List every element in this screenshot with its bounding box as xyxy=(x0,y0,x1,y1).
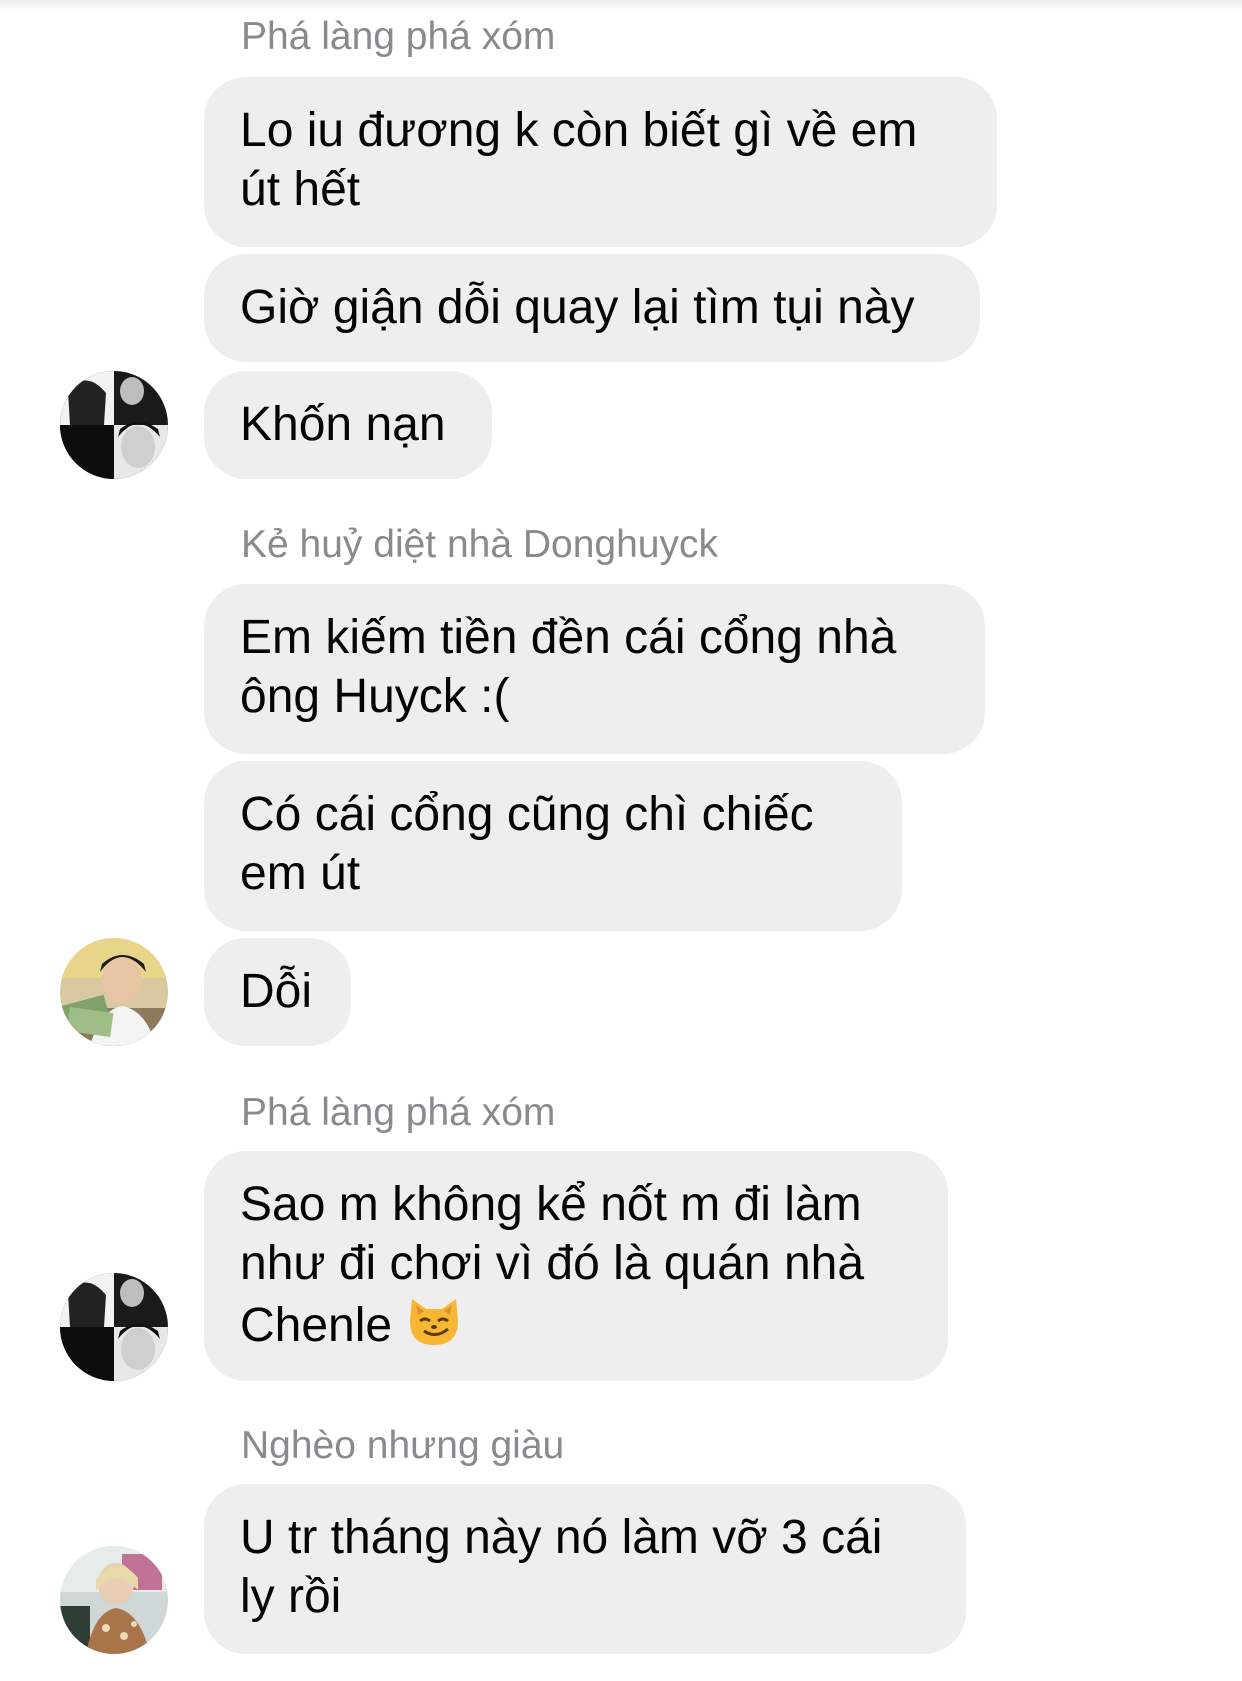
message-text: Em kiếm tiền đền cái cổng nhà ông Huyck … xyxy=(240,611,897,723)
avatar-image xyxy=(60,938,168,1046)
sender-name: Nghèo nhưng giàu xyxy=(241,1424,565,1467)
avatar[interactable] xyxy=(60,371,168,479)
top-fade xyxy=(0,0,1242,12)
message-text: Có cái cổng cũng chì chiếc em út xyxy=(240,788,814,900)
avatar-image xyxy=(60,1273,168,1381)
message-text: Giờ giận dỗi quay lại tìm tụi này xyxy=(240,281,915,334)
message-text: Dỗi xyxy=(240,965,313,1018)
message-bubble[interactable]: Giờ giận dỗi quay lại tìm tụi này xyxy=(204,254,980,362)
avatar[interactable] xyxy=(60,938,168,1046)
message-bubble[interactable]: U tr tháng này nó làm vỡ 3 cái ly rồi xyxy=(204,1484,966,1654)
message-text: Khốn nạn xyxy=(240,398,446,451)
message-bubble[interactable]: Em kiếm tiền đền cái cổng nhà ông Huyck … xyxy=(204,584,985,754)
chat-thread: Phá làng phá xóm Lo iu đương k còn biết … xyxy=(0,0,1242,1681)
message-text: Lo iu đương k còn biết gì về em út hết xyxy=(240,104,918,216)
smirking-cat-emoji-icon xyxy=(406,1293,462,1349)
avatar[interactable] xyxy=(60,1273,168,1381)
sender-name: Phá làng phá xóm xyxy=(241,15,556,58)
sender-name: Kẻ huỷ diệt nhà Donghuyck xyxy=(241,523,718,566)
message-bubble[interactable]: Khốn nạn xyxy=(204,371,492,479)
avatar-image xyxy=(60,1546,168,1654)
message-bubble[interactable]: Có cái cổng cũng chì chiếc em út xyxy=(204,761,902,931)
message-text: U tr tháng này nó làm vỡ 3 cái ly rồi xyxy=(240,1511,883,1623)
message-text: Sao m không kể nốt m đi làm như đi chơi … xyxy=(240,1178,865,1352)
avatar[interactable] xyxy=(60,1546,168,1654)
message-bubble[interactable]: Lo iu đương k còn biết gì về em út hết xyxy=(204,77,997,247)
sender-name: Phá làng phá xóm xyxy=(241,1091,556,1134)
message-bubble[interactable]: Dỗi xyxy=(204,938,351,1046)
avatar-image xyxy=(60,371,168,479)
message-bubble[interactable]: Sao m không kể nốt m đi làm như đi chơi … xyxy=(204,1151,948,1381)
